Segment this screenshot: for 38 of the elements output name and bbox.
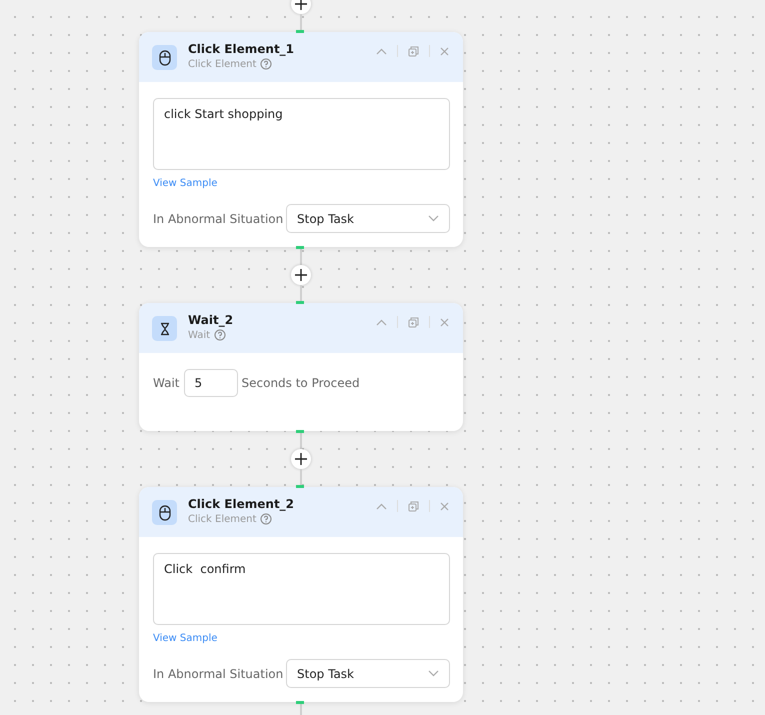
step-title: Click Element_1 xyxy=(188,42,296,56)
proceed-label: Seconds to Proceed xyxy=(242,376,360,390)
copy-icon[interactable] xyxy=(408,316,419,328)
collapse-icon[interactable] xyxy=(376,48,387,54)
seconds-field[interactable]: 5 xyxy=(184,369,238,397)
mouse-icon xyxy=(152,45,177,70)
help-icon[interactable] xyxy=(260,513,272,525)
collapse-icon[interactable] xyxy=(376,318,387,326)
plus-icon xyxy=(295,453,307,465)
copy-icon[interactable] xyxy=(408,46,419,56)
help-icon[interactable] xyxy=(260,58,272,70)
abnormal-select[interactable]: Stop Task xyxy=(286,204,450,233)
step-type: Click Element xyxy=(188,514,256,524)
chevron-down-icon xyxy=(428,215,439,222)
plus-icon xyxy=(295,0,307,10)
chevron-down-icon xyxy=(428,670,439,677)
abnormal-label: In Abnormal Situation xyxy=(153,666,284,680)
add-step-button[interactable] xyxy=(291,449,311,469)
close-icon[interactable] xyxy=(440,318,449,326)
abnormal-select[interactable]: Stop Task xyxy=(286,659,450,688)
copy-icon[interactable] xyxy=(408,500,419,512)
close-icon[interactable] xyxy=(440,46,449,56)
step-type: Wait xyxy=(188,330,210,340)
close-icon[interactable] xyxy=(440,502,449,510)
add-step-button[interactable] xyxy=(291,0,311,14)
instruction-field[interactable]: click Start shopping xyxy=(153,98,450,170)
step-title: Wait_2 xyxy=(188,313,234,327)
help-icon[interactable] xyxy=(214,329,226,341)
hourglass-icon xyxy=(152,316,177,341)
add-step-button[interactable] xyxy=(291,265,311,285)
abnormal-label: In Abnormal Situation xyxy=(153,212,284,226)
mouse-icon xyxy=(152,500,177,525)
instruction-field[interactable]: Click confirm xyxy=(153,553,450,625)
plus-icon xyxy=(295,269,307,281)
collapse-icon[interactable] xyxy=(376,502,387,510)
step-type: Click Element xyxy=(188,58,256,70)
step-title: Click Element_2 xyxy=(188,497,296,511)
wait-label: Wait xyxy=(153,376,180,390)
